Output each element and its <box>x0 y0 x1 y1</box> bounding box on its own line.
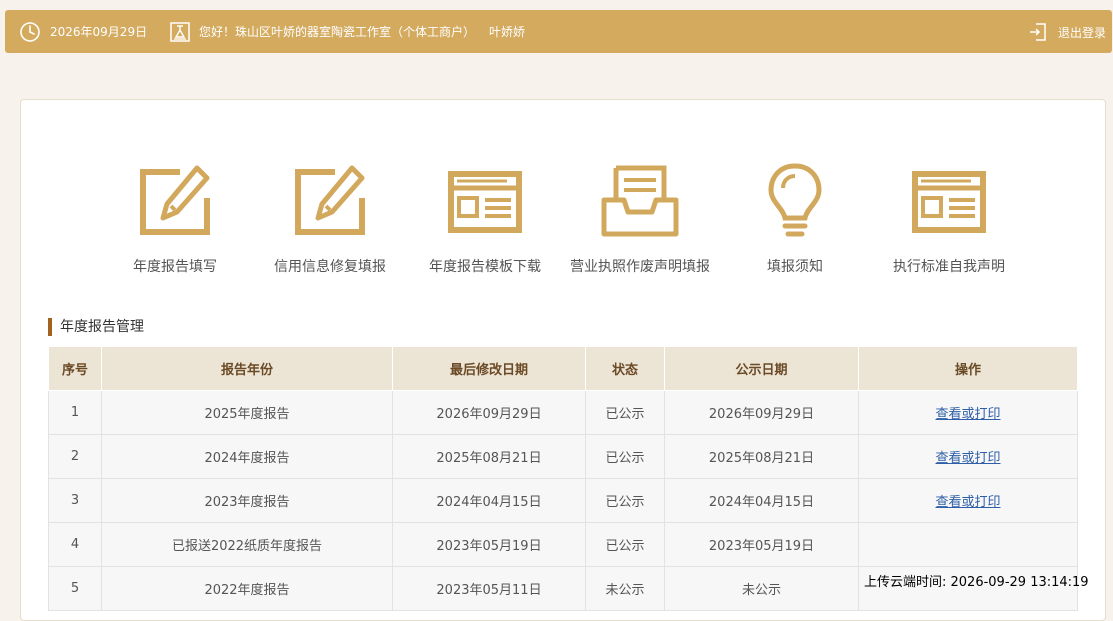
cell-modified: 2023年05月19日 <box>392 522 586 567</box>
table-row: 3 2023年度报告 2024年04月15日 已公示 2024年04月15日 查… <box>48 478 1078 523</box>
current-date: 2026年09月29日 <box>50 25 148 39</box>
cell-publish: 2026年09月29日 <box>664 390 859 435</box>
table-row: 2 2024年度报告 2025年08月21日 已公示 2025年08月21日 查… <box>48 434 1078 479</box>
logout-icon <box>1029 23 1046 41</box>
lightbulb-icon <box>768 163 822 237</box>
cell-publish: 2024年04月15日 <box>664 478 859 523</box>
cell-year: 2024年度报告 <box>101 434 393 479</box>
greeting-company: 您好！珠山区叶娇的器室陶瓷工作室（个体工商户） <box>199 25 476 39</box>
cell-status: 已公示 <box>585 390 665 435</box>
logout-label: 退出登录 <box>1057 25 1106 40</box>
table-header-row: 序号 报告年份 最后修改日期 状态 公示日期 操作 <box>48 346 1078 391</box>
template-icon <box>448 171 522 233</box>
user-name: 叶娇娇 <box>489 25 526 39</box>
feature-label: 年度报告模板下载 <box>429 259 541 275</box>
cell-publish: 2023年05月19日 <box>664 522 859 567</box>
feature-label: 年度报告填写 <box>133 259 217 275</box>
feature-label: 营业执照作废声明填报 <box>570 259 710 275</box>
cell-year: 2022年度报告 <box>101 566 393 611</box>
cell-publish: 未公示 <box>664 566 859 611</box>
cell-modified: 2023年05月11日 <box>392 566 586 611</box>
view-print-link[interactable]: 查看或打印 <box>935 407 1000 422</box>
feature-template-download[interactable]: 年度报告模板下载 <box>400 160 570 276</box>
header-publish: 公示日期 <box>664 346 859 391</box>
feature-label: 信用信息修复填报 <box>274 259 386 275</box>
cell-action: 查看或打印 <box>858 478 1078 523</box>
feature-label: 执行标准自我声明 <box>893 259 1005 275</box>
cell-no: 5 <box>48 566 102 611</box>
cell-modified: 2025年08月21日 <box>392 434 586 479</box>
view-print-link[interactable]: 查看或打印 <box>935 451 1000 466</box>
cell-action: 查看或打印 <box>858 434 1078 479</box>
cell-publish: 2025年08月21日 <box>664 434 859 479</box>
cell-modified: 2024年04月15日 <box>392 478 586 523</box>
section-title: 年度报告管理 <box>48 318 144 336</box>
edit-icon <box>140 165 210 235</box>
feature-annual-report-fill[interactable]: 年度报告填写 <box>90 160 260 276</box>
cell-status: 未公示 <box>585 566 665 611</box>
header-status: 状态 <box>585 346 665 391</box>
clock-icon <box>20 22 40 42</box>
feature-label: 填报须知 <box>767 259 823 275</box>
feature-credit-repair[interactable]: 信用信息修复填报 <box>245 160 415 276</box>
top-bar: 2026年09月29日 您好！珠山区叶娇的器室陶瓷工作室（个体工商户） 叶娇娇 退… <box>5 10 1112 53</box>
header-modified: 最后修改日期 <box>392 346 586 391</box>
cell-action <box>858 522 1078 567</box>
cell-no: 1 <box>48 390 102 435</box>
header-year: 报告年份 <box>101 346 393 391</box>
cell-no: 2 <box>48 434 102 479</box>
view-print-link[interactable]: 查看或打印 <box>935 495 1000 510</box>
cell-status: 已公示 <box>585 434 665 479</box>
cell-modified: 2026年09月29日 <box>392 390 586 435</box>
upload-time-overlay: 上传云端时间: 2026-09-29 13:14:19 <box>864 575 1089 590</box>
edit-icon <box>295 165 365 235</box>
feature-standard-declaration[interactable]: 执行标准自我声明 <box>864 160 1034 276</box>
cell-status: 已公示 <box>585 478 665 523</box>
cell-no: 3 <box>48 478 102 523</box>
feature-license-void[interactable]: 营业执照作废声明填报 <box>555 160 725 276</box>
business-badge-icon <box>170 22 190 42</box>
greeting-text: 您好！珠山区叶娇的器室陶瓷工作室（个体工商户） 叶娇娇 <box>199 24 525 40</box>
cell-year: 2023年度报告 <box>101 478 393 523</box>
logout-button[interactable]: 退出登录 <box>1028 21 1106 43</box>
cell-no: 4 <box>48 522 102 567</box>
table-row: 1 2025年度报告 2026年09月29日 已公示 2026年09月29日 查… <box>48 390 1078 435</box>
cell-action: 查看或打印 <box>858 390 1078 435</box>
header-action: 操作 <box>858 346 1078 391</box>
cell-status: 已公示 <box>585 522 665 567</box>
feature-filing-notice[interactable]: 填报须知 <box>710 160 880 276</box>
template-icon <box>912 171 986 233</box>
header-no: 序号 <box>48 346 102 391</box>
cell-year: 2025年度报告 <box>101 390 393 435</box>
cell-year: 已报送2022纸质年度报告 <box>101 522 393 567</box>
table-row: 4 已报送2022纸质年度报告 2023年05月19日 已公示 2023年05月… <box>48 522 1078 567</box>
inbox-icon <box>601 165 679 237</box>
